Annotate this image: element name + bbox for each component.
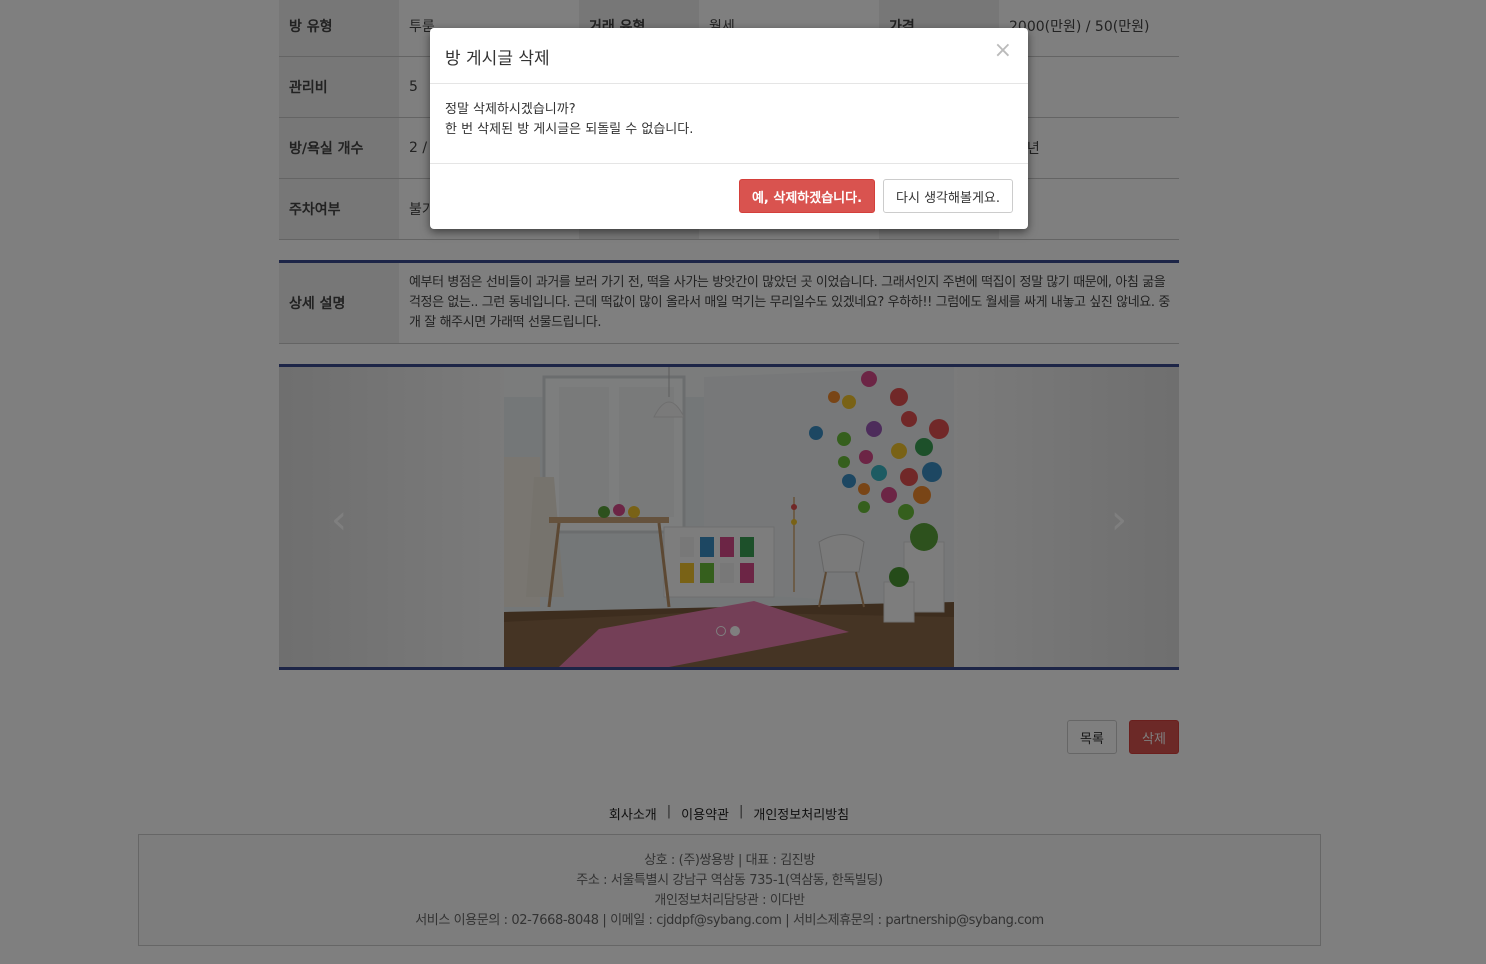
cancel-delete-button[interactable]: 다시 생각해볼게요. (883, 179, 1013, 213)
close-icon[interactable]: × (994, 40, 1012, 62)
modal-body: 정말 삭제하시겠습니까? 한 번 삭제된 방 게시글은 되돌릴 수 없습니다. (430, 84, 1028, 164)
page: 방 유형 투룸 거래 유형 월세 가격 2000(만원) / 50(만원) 관리… (0, 0, 1486, 964)
modal-title: 방 게시글 삭제 (445, 49, 550, 69)
modal-message-line2: 한 번 삭제된 방 게시글은 되돌릴 수 없습니다. (445, 122, 694, 137)
modal-header: 방 게시글 삭제 × (430, 28, 1028, 84)
confirm-delete-button[interactable]: 예, 삭제하겠습니다. (738, 179, 876, 213)
modal-footer: 예, 삭제하겠습니다. 다시 생각해볼게요. (430, 164, 1028, 228)
delete-confirm-modal: 방 게시글 삭제 × 정말 삭제하시겠습니까? 한 번 삭제된 방 게시글은 되… (430, 28, 1028, 229)
modal-message-line1: 정말 삭제하시겠습니까? (445, 102, 576, 117)
